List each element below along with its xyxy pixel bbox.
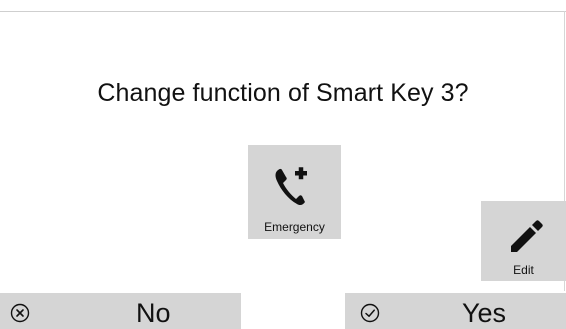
- top-divider: [0, 11, 566, 12]
- circle-check-icon: [360, 303, 380, 323]
- yes-button[interactable]: Yes: [345, 293, 566, 329]
- no-button[interactable]: No: [0, 293, 241, 329]
- pencil-icon: [511, 220, 543, 252]
- circle-x-icon: [10, 303, 30, 323]
- dialog-question: Change function of Smart Key 3?: [97, 79, 469, 107]
- emergency-option-label: Emergency: [264, 220, 325, 234]
- phone-plus-icon: [275, 167, 307, 206]
- emergency-option-button[interactable]: Emergency: [248, 145, 341, 239]
- no-button-label: No: [136, 298, 171, 328]
- edit-option-label: Edit: [513, 263, 534, 277]
- edit-option-button[interactable]: Edit: [481, 201, 566, 281]
- yes-button-label: Yes: [462, 298, 507, 328]
